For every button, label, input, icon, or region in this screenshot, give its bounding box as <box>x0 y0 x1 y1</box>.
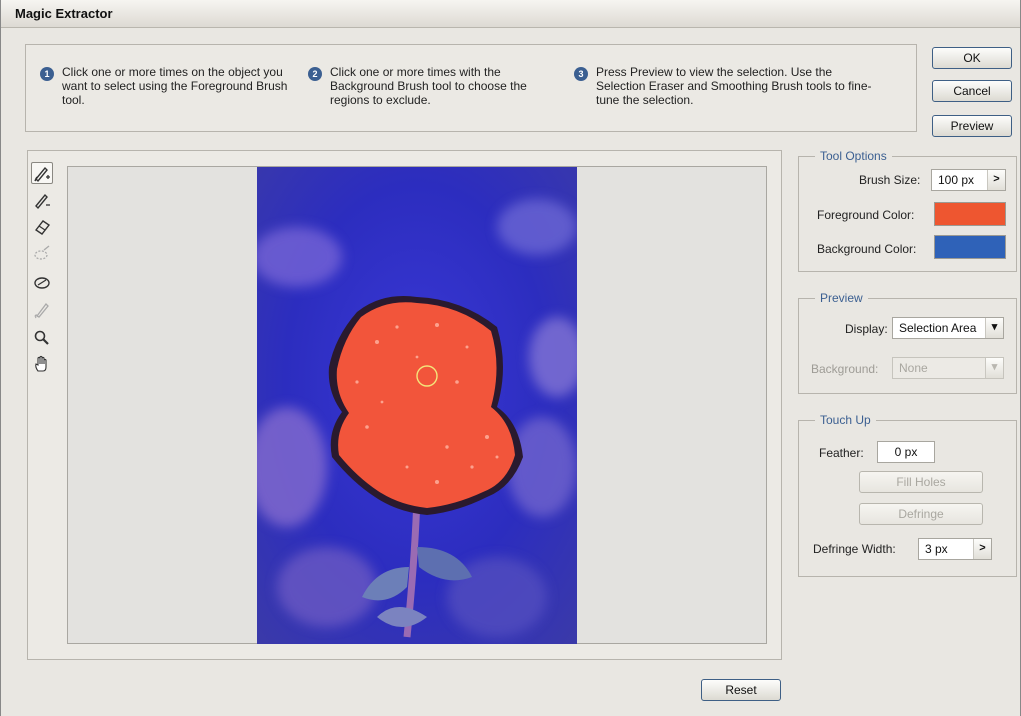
defringe-width-field[interactable]: 3 px > <box>918 538 992 560</box>
foreground-color-label: Foreground Color: <box>817 208 915 222</box>
preview-button[interactable]: Preview <box>932 115 1012 137</box>
step-number-2: 2 <box>308 67 322 81</box>
cancel-button[interactable]: Cancel <box>932 80 1012 102</box>
rose-photo <box>257 167 577 644</box>
add-to-selection-icon[interactable] <box>31 244 53 266</box>
remove-from-selection-icon[interactable] <box>31 272 53 294</box>
fill-holes-button[interactable]: Fill Holes <box>859 471 983 493</box>
title-bar: Magic Extractor <box>1 0 1020 28</box>
defringe-button[interactable]: Defringe <box>859 503 983 525</box>
brush-size-value: 100 px <box>938 173 975 187</box>
feather-field[interactable]: 0 px <box>877 441 935 463</box>
display-label: Display: <box>845 322 888 336</box>
magic-extractor-dialog: Magic Extractor 1 Click one or more time… <box>0 0 1021 716</box>
display-value: Selection Area <box>899 321 977 335</box>
brush-size-label: Brush Size: <box>859 173 921 187</box>
tool-options-group: Tool Options Brush Size: 100 px > Foregr… <box>798 149 1017 272</box>
feather-label: Feather: <box>819 446 864 460</box>
tool-options-legend: Tool Options <box>815 149 892 163</box>
point-eraser-icon[interactable] <box>31 216 53 238</box>
ok-button[interactable]: OK <box>932 47 1012 69</box>
smoothing-brush-icon[interactable] <box>31 300 53 322</box>
instructions-panel: 1 Click one or more times on the object … <box>25 44 917 132</box>
chevron-down-icon[interactable]: ▾ <box>985 318 1003 338</box>
background-value: None <box>899 361 928 375</box>
background-label: Background: <box>811 362 879 376</box>
step-text-2: Click one or more times with the Backgro… <box>330 65 527 107</box>
reset-button[interactable]: Reset <box>701 679 781 701</box>
window-title: Magic Extractor <box>15 6 113 21</box>
background-color-label: Background Color: <box>817 242 917 256</box>
brush-size-arrow-icon[interactable]: > <box>987 170 1005 190</box>
touch-up-group: Touch Up Feather: 0 px Fill Holes Defrin… <box>798 413 1017 577</box>
defringe-width-value: 3 px <box>925 542 948 556</box>
defringe-width-arrow-icon[interactable]: > <box>973 539 991 559</box>
background-color-swatch[interactable] <box>934 235 1006 259</box>
step-number-3: 3 <box>574 67 588 81</box>
preview-group: Preview Display: Selection Area ▾ Backgr… <box>798 291 1017 394</box>
background-brush-icon[interactable] <box>31 190 53 212</box>
defringe-width-label: Defringe Width: <box>813 542 896 556</box>
display-dropdown[interactable]: Selection Area ▾ <box>892 317 1004 339</box>
step-text-3: Press Preview to view the selection. Use… <box>596 65 872 107</box>
foreground-color-swatch[interactable] <box>934 202 1006 226</box>
chevron-down-icon[interactable]: ▾ <box>985 358 1003 378</box>
brush-size-field[interactable]: 100 px > <box>931 169 1006 191</box>
feather-value: 0 px <box>894 445 918 459</box>
step-number-1: 1 <box>40 67 54 81</box>
preview-legend: Preview <box>815 291 868 305</box>
zoom-icon[interactable] <box>31 328 53 350</box>
photo-preview[interactable] <box>257 167 577 644</box>
background-dropdown[interactable]: None ▾ <box>892 357 1004 379</box>
hand-icon[interactable] <box>31 354 53 376</box>
foreground-brush-icon[interactable] <box>31 162 53 184</box>
touch-up-legend: Touch Up <box>815 413 876 427</box>
step-text-1: Click one or more times on the object yo… <box>62 65 288 107</box>
